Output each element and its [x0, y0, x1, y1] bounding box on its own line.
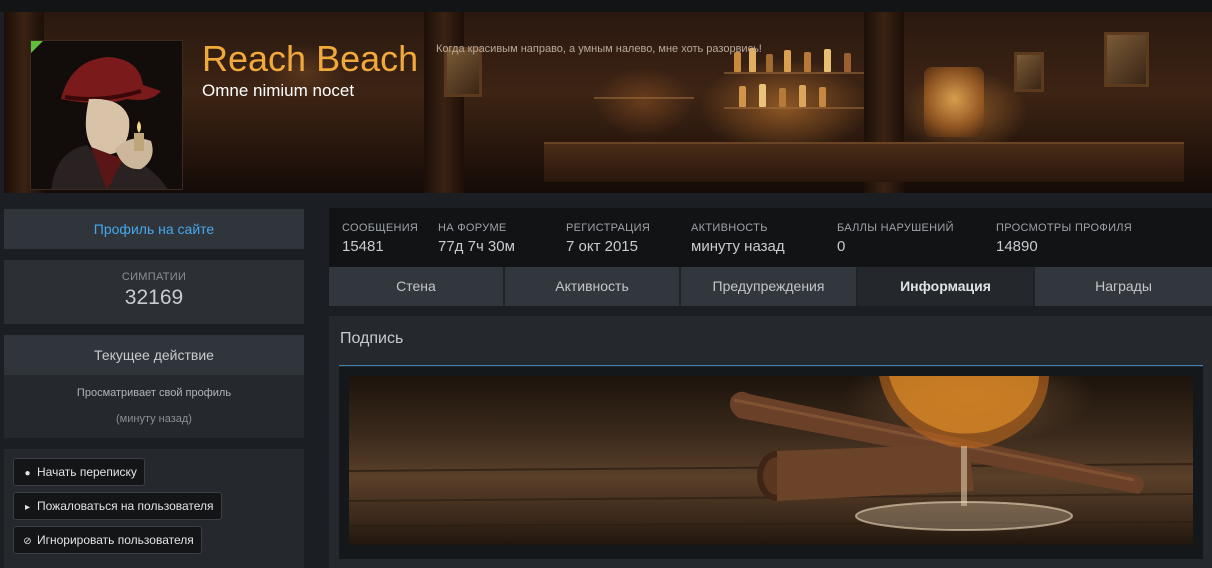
report-user-button[interactable]: ▸ Пожаловаться на пользователя [13, 492, 222, 520]
profile-on-site-link[interactable]: Профиль на сайте [4, 209, 304, 249]
stat-registration: РЕГИСТРАЦИЯ 7 окт 2015 [566, 222, 650, 255]
megaphone-icon: ▸ [24, 502, 31, 513]
stat-warning-points: БАЛЛЫ НАРУШЕНИЙ 0 [837, 222, 954, 255]
profile-cover: Reach Beach Omne nimium nocet Когда крас… [4, 12, 1212, 193]
ignore-user-label: Игнорировать пользователя [37, 533, 194, 547]
stat-label: НА ФОРУМЕ [438, 222, 507, 234]
stat-label: БАЛЛЫ НАРУШЕНИЙ [837, 222, 954, 234]
tab-awards[interactable]: Награды [1035, 267, 1212, 306]
stat-profile-views: ПРОСМОТРЫ ПРОФИЛЯ 14890 [996, 222, 1132, 255]
signature-image [349, 376, 1193, 545]
stat-activity: АКТИВНОСТЬ минуту назад [691, 222, 785, 255]
cover-bottle [766, 54, 773, 72]
stat-value: 77д 7ч 30м [438, 238, 515, 255]
profile-status: Когда красивым направо, а умным налево, … [436, 43, 762, 55]
cover-pillar [424, 12, 464, 193]
stat-label: АКТИВНОСТЬ [691, 222, 768, 234]
current-activity-block: Текущее действие Просматривает свой проф… [4, 335, 304, 438]
cover-lamp [924, 67, 984, 137]
tab-wall[interactable]: Стена [329, 267, 505, 306]
avatar[interactable] [30, 40, 183, 190]
stat-value: 0 [837, 238, 846, 255]
stat-label: РЕГИСТРАЦИЯ [566, 222, 651, 234]
stat-value: минуту назад [691, 238, 785, 255]
top-strip [0, 0, 1212, 12]
information-panel: Подпись [329, 316, 1212, 568]
cover-bottle [824, 49, 831, 72]
current-activity-time: (минуту назад) [116, 413, 192, 425]
stat-value: 7 окт 2015 [566, 238, 638, 255]
avatar-image [31, 41, 182, 189]
likes-label: СИМПАТИИ [121, 271, 187, 283]
profile-stats-bar: СООБЩЕНИЯ 15481 НА ФОРУМЕ 77д 7ч 30м РЕГ… [329, 208, 1212, 267]
cover-bottle [844, 53, 851, 72]
cover-bottle [779, 88, 786, 107]
stat-on-forum: НА ФОРУМЕ 77д 7ч 30м [438, 222, 515, 255]
start-conversation-label: Начать переписку [37, 465, 137, 479]
ban-icon: ⊘ [23, 536, 32, 547]
likes-block: СИМПАТИИ 32169 [4, 260, 304, 324]
cover-bottle [759, 84, 766, 107]
cover-bottle [799, 85, 806, 107]
cover-bottle [739, 86, 746, 107]
current-activity-heading: Текущее действие [4, 335, 304, 375]
report-user-label: Пожаловаться на пользователя [37, 499, 214, 513]
cover-bottle [819, 87, 826, 107]
cover-shelf [594, 97, 694, 99]
likes-value: 32169 [124, 286, 184, 309]
tab-activity[interactable]: Активность [505, 267, 681, 306]
cover-picture-frame [1104, 32, 1149, 87]
ignore-user-button[interactable]: ⊘ Игнорировать пользователя [13, 526, 202, 554]
cover-bottle [804, 52, 811, 72]
stat-label: ПРОСМОТРЫ ПРОФИЛЯ [996, 222, 1133, 234]
signature-picture [349, 376, 1193, 531]
start-conversation-button[interactable]: ● Начать переписку [13, 458, 145, 486]
stat-value: 14890 [996, 238, 1038, 255]
stat-label: СООБЩЕНИЯ [342, 222, 419, 234]
cover-shelf [724, 107, 864, 109]
cover-bottle [784, 50, 791, 72]
profile-actions: ● Начать переписку ▸ Пожаловаться на польз… [4, 449, 304, 568]
online-indicator [31, 41, 43, 53]
tab-information[interactable]: Информация [858, 267, 1035, 306]
chat-icon: ● [24, 468, 31, 479]
signature-heading: Подпись [340, 330, 404, 347]
signature-block [339, 367, 1203, 559]
stat-value: 15481 [342, 238, 384, 255]
cover-bottle [734, 52, 741, 72]
stat-messages: СООБЩЕНИЯ 15481 [342, 222, 418, 255]
user-title: Omne nimium nocet [202, 81, 355, 100]
cover-bar-counter [544, 142, 1184, 182]
profile-link-block: Профиль на сайте [4, 209, 304, 249]
current-activity-text: Просматривает свой профиль [76, 387, 232, 399]
username[interactable]: Reach Beach [202, 39, 418, 79]
tab-warnings[interactable]: Предупреждения [681, 267, 858, 306]
cover-shelf [724, 72, 864, 74]
profile-tabs: Стена Активность Предупреждения Информац… [329, 267, 1212, 306]
section-divider [339, 365, 1203, 366]
cover-picture-frame [1014, 52, 1044, 92]
